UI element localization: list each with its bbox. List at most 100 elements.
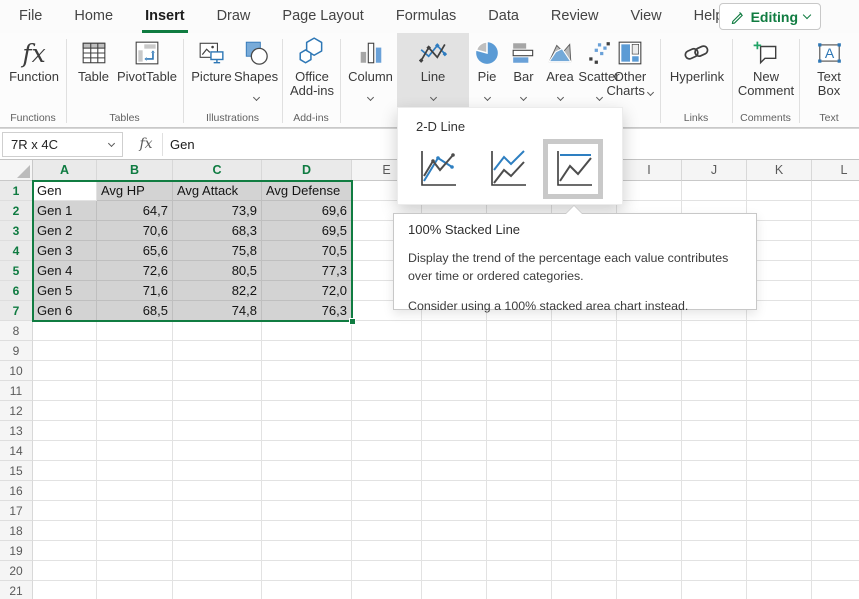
- select-all-corner[interactable]: [0, 160, 33, 181]
- cell-I12[interactable]: [617, 401, 682, 421]
- cell-J8[interactable]: [682, 321, 747, 341]
- cell-E13[interactable]: [352, 421, 422, 441]
- cell-E15[interactable]: [352, 461, 422, 481]
- cell-B20[interactable]: [97, 561, 173, 581]
- cell-J16[interactable]: [682, 481, 747, 501]
- cell-I8[interactable]: [617, 321, 682, 341]
- cell-C21[interactable]: [173, 581, 262, 599]
- cell-A20[interactable]: [33, 561, 97, 581]
- cell-K20[interactable]: [747, 561, 812, 581]
- cell-L5[interactable]: [812, 261, 859, 281]
- cell-G11[interactable]: [487, 381, 552, 401]
- cell-A8[interactable]: [33, 321, 97, 341]
- cell-H21[interactable]: [552, 581, 617, 599]
- row-header-1[interactable]: 1: [0, 181, 33, 201]
- cell-K19[interactable]: [747, 541, 812, 561]
- cell-E12[interactable]: [352, 401, 422, 421]
- row-header-3[interactable]: 3: [0, 221, 33, 241]
- cell-D9[interactable]: [262, 341, 352, 361]
- row-header-18[interactable]: 18: [0, 521, 33, 541]
- cell-A17[interactable]: [33, 501, 97, 521]
- cell-G20[interactable]: [487, 561, 552, 581]
- cell-F13[interactable]: [422, 421, 487, 441]
- cell-G15[interactable]: [487, 461, 552, 481]
- cell-K16[interactable]: [747, 481, 812, 501]
- cell-I16[interactable]: [617, 481, 682, 501]
- cell-I1[interactable]: [617, 181, 682, 201]
- cell-B10[interactable]: [97, 361, 173, 381]
- cell-L11[interactable]: [812, 381, 859, 401]
- cell-A13[interactable]: [33, 421, 97, 441]
- cell-B16[interactable]: [97, 481, 173, 501]
- cell-E20[interactable]: [352, 561, 422, 581]
- row-header-19[interactable]: 19: [0, 541, 33, 561]
- area-chart-button[interactable]: Area: [542, 33, 578, 107]
- cell-A19[interactable]: [33, 541, 97, 561]
- cell-L19[interactable]: [812, 541, 859, 561]
- cell-B12[interactable]: [97, 401, 173, 421]
- cell-G10[interactable]: [487, 361, 552, 381]
- cell-L9[interactable]: [812, 341, 859, 361]
- cell-G21[interactable]: [487, 581, 552, 599]
- cell-A3[interactable]: Gen 2: [33, 221, 97, 241]
- hyperlink-button[interactable]: Hyperlink: [663, 33, 731, 107]
- cell-D10[interactable]: [262, 361, 352, 381]
- cell-I10[interactable]: [617, 361, 682, 381]
- cell-D3[interactable]: 69,5: [262, 221, 352, 241]
- cell-H18[interactable]: [552, 521, 617, 541]
- row-header-2[interactable]: 2: [0, 201, 33, 221]
- function-button[interactable]: fx Function: [6, 33, 62, 107]
- cell-L18[interactable]: [812, 521, 859, 541]
- cell-A10[interactable]: [33, 361, 97, 381]
- cell-J19[interactable]: [682, 541, 747, 561]
- cell-H10[interactable]: [552, 361, 617, 381]
- column-header-A[interactable]: A: [33, 160, 97, 181]
- cell-J15[interactable]: [682, 461, 747, 481]
- line-chart-option[interactable]: [412, 144, 462, 194]
- cell-F21[interactable]: [422, 581, 487, 599]
- cell-D5[interactable]: 77,3: [262, 261, 352, 281]
- cell-J17[interactable]: [682, 501, 747, 521]
- cell-C9[interactable]: [173, 341, 262, 361]
- cell-I13[interactable]: [617, 421, 682, 441]
- cell-L4[interactable]: [812, 241, 859, 261]
- row-header-14[interactable]: 14: [0, 441, 33, 461]
- shapes-button[interactable]: Shapes: [234, 33, 278, 107]
- cell-A7[interactable]: Gen 6: [33, 301, 97, 321]
- cell-E8[interactable]: [352, 321, 422, 341]
- cell-D4[interactable]: 70,5: [262, 241, 352, 261]
- cell-B21[interactable]: [97, 581, 173, 599]
- menu-tab-view[interactable]: View: [614, 0, 677, 33]
- cell-J10[interactable]: [682, 361, 747, 381]
- cell-E10[interactable]: [352, 361, 422, 381]
- cell-J11[interactable]: [682, 381, 747, 401]
- cell-J14[interactable]: [682, 441, 747, 461]
- cell-C20[interactable]: [173, 561, 262, 581]
- cell-D11[interactable]: [262, 381, 352, 401]
- row-header-15[interactable]: 15: [0, 461, 33, 481]
- cell-I19[interactable]: [617, 541, 682, 561]
- cell-F12[interactable]: [422, 401, 487, 421]
- cell-C12[interactable]: [173, 401, 262, 421]
- row-header-7[interactable]: 7: [0, 301, 33, 321]
- cell-H20[interactable]: [552, 561, 617, 581]
- menu-tab-home[interactable]: Home: [58, 0, 129, 33]
- cell-J9[interactable]: [682, 341, 747, 361]
- table-button[interactable]: Table: [72, 33, 115, 107]
- cell-K18[interactable]: [747, 521, 812, 541]
- menu-tab-draw[interactable]: Draw: [201, 0, 267, 33]
- cell-H16[interactable]: [552, 481, 617, 501]
- cell-B18[interactable]: [97, 521, 173, 541]
- cell-B15[interactable]: [97, 461, 173, 481]
- row-header-16[interactable]: 16: [0, 481, 33, 501]
- cell-G17[interactable]: [487, 501, 552, 521]
- cell-L2[interactable]: [812, 201, 859, 221]
- cell-A16[interactable]: [33, 481, 97, 501]
- cell-F17[interactable]: [422, 501, 487, 521]
- cell-J18[interactable]: [682, 521, 747, 541]
- cell-F14[interactable]: [422, 441, 487, 461]
- row-header-6[interactable]: 6: [0, 281, 33, 301]
- cell-I15[interactable]: [617, 461, 682, 481]
- cell-B7[interactable]: 68,5: [97, 301, 173, 321]
- cell-H9[interactable]: [552, 341, 617, 361]
